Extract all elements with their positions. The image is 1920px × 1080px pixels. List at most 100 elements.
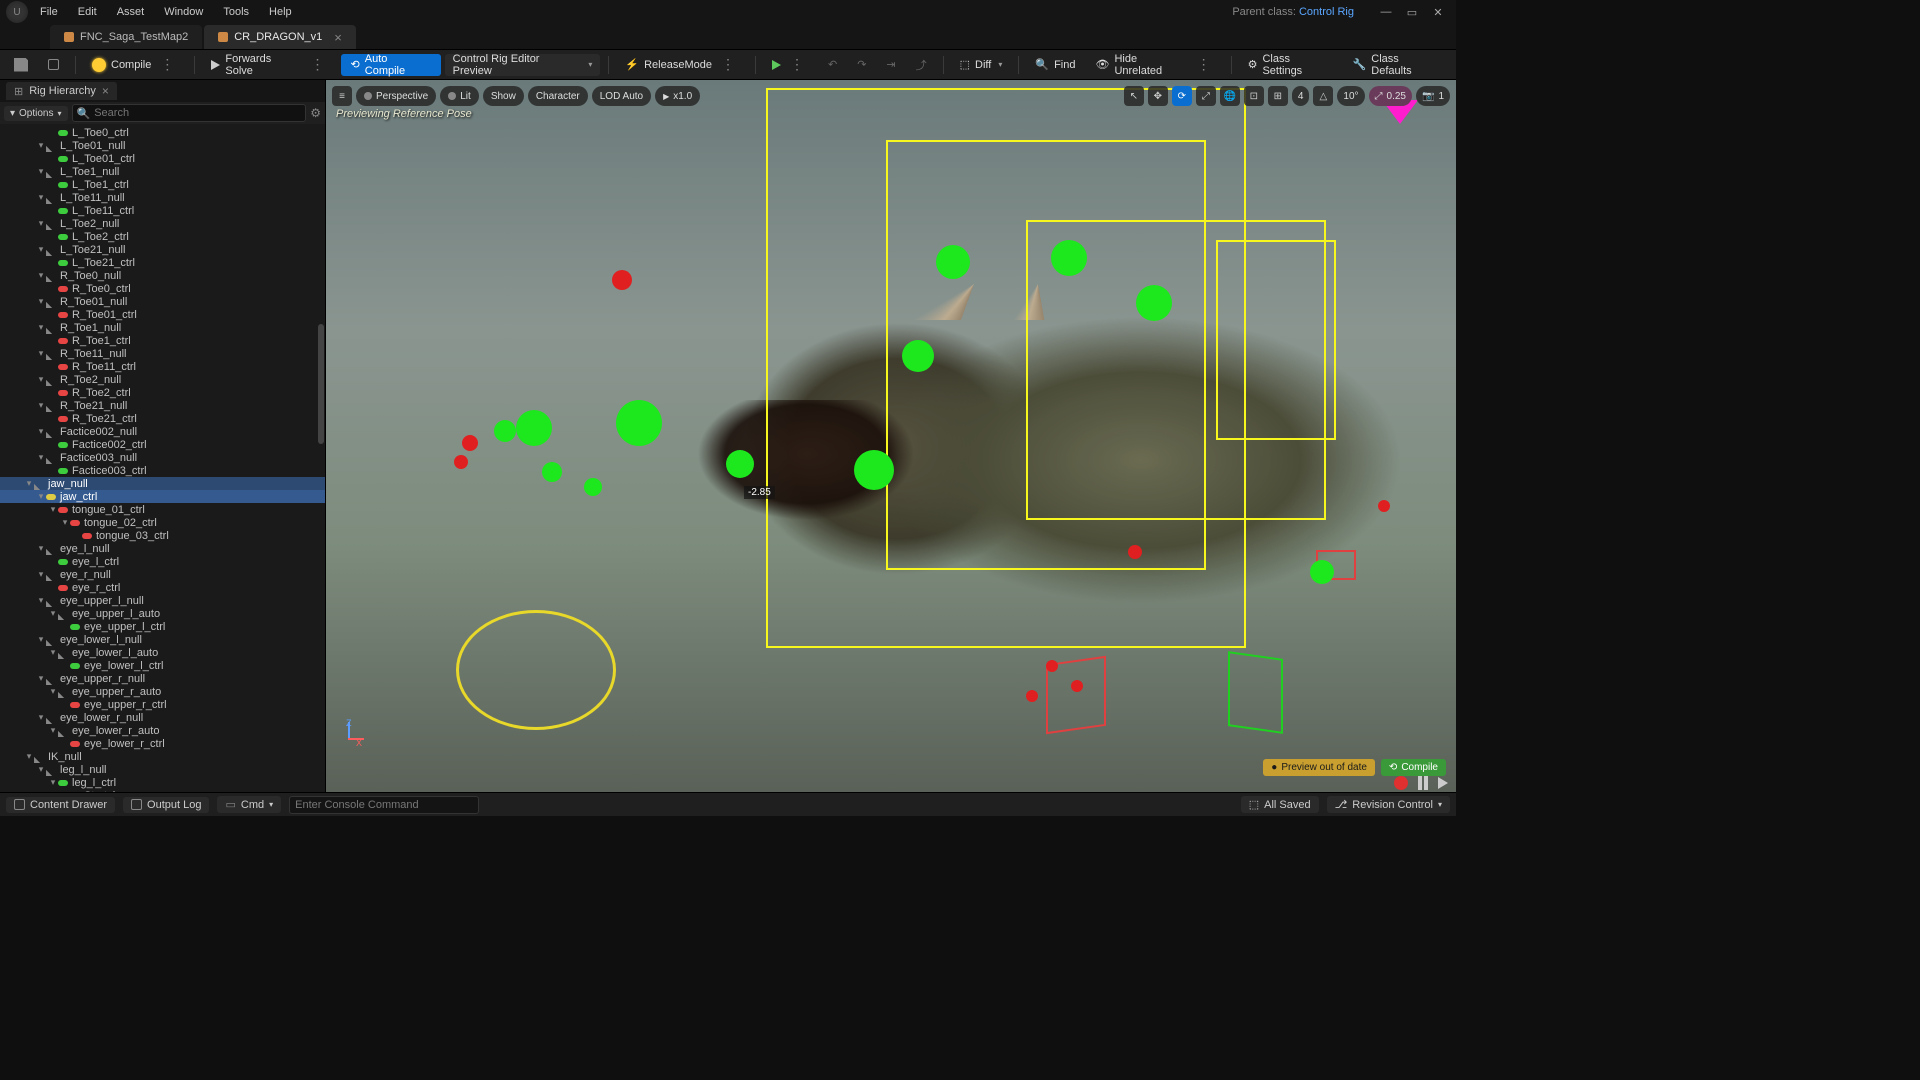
tree-item[interactable]: ▾R_Toe01_null (0, 295, 325, 308)
tree-item[interactable]: ▾leg_l_ctrl (0, 776, 325, 789)
tree-item[interactable]: ▾L_Toe11_null (0, 191, 325, 204)
expand-icon[interactable]: ▾ (36, 140, 46, 151)
tree-item[interactable]: tongue_03_ctrl (0, 529, 325, 542)
window-minimize-button[interactable]: — (1374, 3, 1398, 21)
nav-redo-button[interactable]: ↷ (849, 54, 874, 76)
save-button[interactable] (6, 54, 36, 76)
document-tab[interactable]: CR_DRAGON_v1× (204, 25, 356, 49)
viewport[interactable]: -2.85 ≡ Perspective Lit Show Character L… (326, 80, 1456, 792)
expand-icon[interactable]: ▾ (36, 595, 46, 606)
tree-item[interactable]: ▾L_Toe01_null (0, 139, 325, 152)
tree-item[interactable]: R_Toe1_ctrl (0, 334, 325, 347)
tree-item[interactable]: eye_lower_l_ctrl (0, 659, 325, 672)
close-icon[interactable]: × (102, 84, 109, 98)
expand-icon[interactable]: ▾ (24, 478, 34, 489)
expand-icon[interactable]: ▾ (36, 712, 46, 723)
tree-item[interactable]: eye_l_ctrl (0, 555, 325, 568)
tree-item[interactable]: eye_upper_r_ctrl (0, 698, 325, 711)
scale-tool-button[interactable]: ⤢ (1196, 86, 1216, 106)
expand-icon[interactable]: ▾ (36, 543, 46, 554)
tree-item[interactable]: ▾eye_lower_r_auto (0, 724, 325, 737)
gear-icon[interactable]: ⚙ (310, 106, 321, 120)
tree-item[interactable]: eye_lower_r_ctrl (0, 737, 325, 750)
tree-item[interactable]: Factice003_ctrl (0, 464, 325, 477)
tree-item[interactable]: L_Toe21_ctrl (0, 256, 325, 269)
camera-speed-value[interactable]: 📷1 (1416, 86, 1450, 106)
tree-item[interactable]: R_Toe2_ctrl (0, 386, 325, 399)
tree-item[interactable]: ▾R_Toe1_null (0, 321, 325, 334)
class-defaults-button[interactable]: 🔧Class Defaults (1345, 54, 1450, 76)
tree-item[interactable]: ▾eye_l_null (0, 542, 325, 555)
show-dropdown[interactable]: Show (483, 86, 524, 106)
menu-edit[interactable]: Edit (68, 2, 107, 22)
nav-step-button[interactable]: ⇥ (878, 54, 903, 76)
grid-snap-value[interactable]: 4 (1292, 86, 1310, 106)
hierarchy-tree[interactable]: L_Toe0_ctrl▾L_Toe01_nullL_Toe01_ctrl▾L_T… (0, 124, 325, 792)
expand-icon[interactable]: ▾ (36, 374, 46, 385)
search-input[interactable]: 🔍 (72, 104, 307, 122)
perspective-dropdown[interactable]: Perspective (356, 86, 436, 106)
rotate-tool-button[interactable]: ⟳ (1172, 86, 1192, 106)
tree-item[interactable]: eye_r_ctrl (0, 581, 325, 594)
rig-hierarchy-tab[interactable]: ⊞Rig Hierarchy× (6, 82, 117, 100)
console-command-input[interactable]: Enter Console Command (289, 796, 479, 814)
expand-icon[interactable]: ▾ (36, 764, 46, 775)
hide-unrelated-button[interactable]: 👁Hide Unrelated⋮ (1087, 54, 1222, 76)
diff-button[interactable]: ⬚Diff▾ (952, 54, 1011, 76)
pause-button[interactable] (1418, 776, 1428, 790)
tree-item[interactable]: R_Toe21_ctrl (0, 412, 325, 425)
tree-item[interactable]: ▾Factice003_null (0, 451, 325, 464)
tree-item[interactable]: ▾eye_upper_l_null (0, 594, 325, 607)
revision-control-button[interactable]: ⎇ Revision Control▾ (1327, 796, 1450, 813)
browse-button[interactable] (40, 54, 67, 76)
expand-icon[interactable]: ▾ (36, 400, 46, 411)
tree-item[interactable]: ▾tongue_02_ctrl (0, 516, 325, 529)
tree-item[interactable]: R_Toe0_ctrl (0, 282, 325, 295)
move-tool-button[interactable]: ✥ (1148, 86, 1168, 106)
forwards-solve-button[interactable]: Forwards Solve⋮ (203, 54, 336, 76)
menu-help[interactable]: Help (259, 2, 302, 22)
tree-item[interactable]: ▾Factice002_null (0, 425, 325, 438)
find-button[interactable]: 🔍Find (1027, 54, 1083, 76)
expand-icon[interactable]: ▾ (48, 725, 58, 736)
tree-item[interactable]: ▾eye_upper_r_auto (0, 685, 325, 698)
scrollbar[interactable] (318, 324, 324, 444)
expand-icon[interactable]: ▾ (36, 348, 46, 359)
class-settings-button[interactable]: ⚙Class Settings (1240, 54, 1341, 76)
tree-item[interactable]: R_Toe11_ctrl (0, 360, 325, 373)
tree-item[interactable]: ▾R_Toe11_null (0, 347, 325, 360)
menu-asset[interactable]: Asset (107, 2, 155, 22)
release-mode-button[interactable]: ⚡ReleaseMode⋮ (617, 54, 747, 76)
auto-compile-button[interactable]: ⟲ Auto Compile (341, 54, 441, 76)
menu-file[interactable]: File (30, 2, 68, 22)
compile-button[interactable]: Compile⋮ (84, 54, 186, 76)
tree-item[interactable]: ▾L_Toe2_null (0, 217, 325, 230)
tree-item[interactable]: ▾eye_lower_r_null (0, 711, 325, 724)
tree-item[interactable]: ▾tongue_01_ctrl (0, 503, 325, 516)
expand-icon[interactable]: ▾ (36, 270, 46, 281)
parent-class-link[interactable]: Control Rig (1299, 6, 1354, 18)
expand-icon[interactable]: ▾ (48, 647, 58, 658)
expand-icon[interactable]: ▾ (36, 569, 46, 580)
tree-item[interactable]: eye_upper_l_ctrl (0, 620, 325, 633)
menu-window[interactable]: Window (154, 2, 213, 22)
tree-item[interactable]: L_Toe0_ctrl (0, 126, 325, 139)
tree-item[interactable]: ▾eye_lower_l_auto (0, 646, 325, 659)
tree-item[interactable]: ▾leg_l_null (0, 763, 325, 776)
tree-item[interactable]: L_Toe2_ctrl (0, 230, 325, 243)
play-button[interactable]: ⋮ (764, 54, 816, 76)
expand-icon[interactable]: ▾ (36, 244, 46, 255)
expand-icon[interactable]: ▾ (36, 426, 46, 437)
all-saved-button[interactable]: ⬚ All Saved (1241, 796, 1319, 813)
expand-icon[interactable]: ▾ (24, 751, 34, 762)
step-button[interactable] (1438, 777, 1448, 789)
expand-icon[interactable]: ▾ (48, 686, 58, 697)
expand-icon[interactable]: ▾ (36, 634, 46, 645)
output-log-button[interactable]: Output Log (123, 797, 209, 813)
expand-icon[interactable]: ▾ (36, 192, 46, 203)
scale-snap-value[interactable]: ⤢ 0.25 (1369, 86, 1412, 106)
select-tool-button[interactable]: ↖ (1124, 86, 1144, 106)
tree-item[interactable]: ▾R_Toe0_null (0, 269, 325, 282)
tree-item[interactable]: Factice002_ctrl (0, 438, 325, 451)
nav-step-out-button[interactable]: ⤴ (908, 54, 935, 76)
